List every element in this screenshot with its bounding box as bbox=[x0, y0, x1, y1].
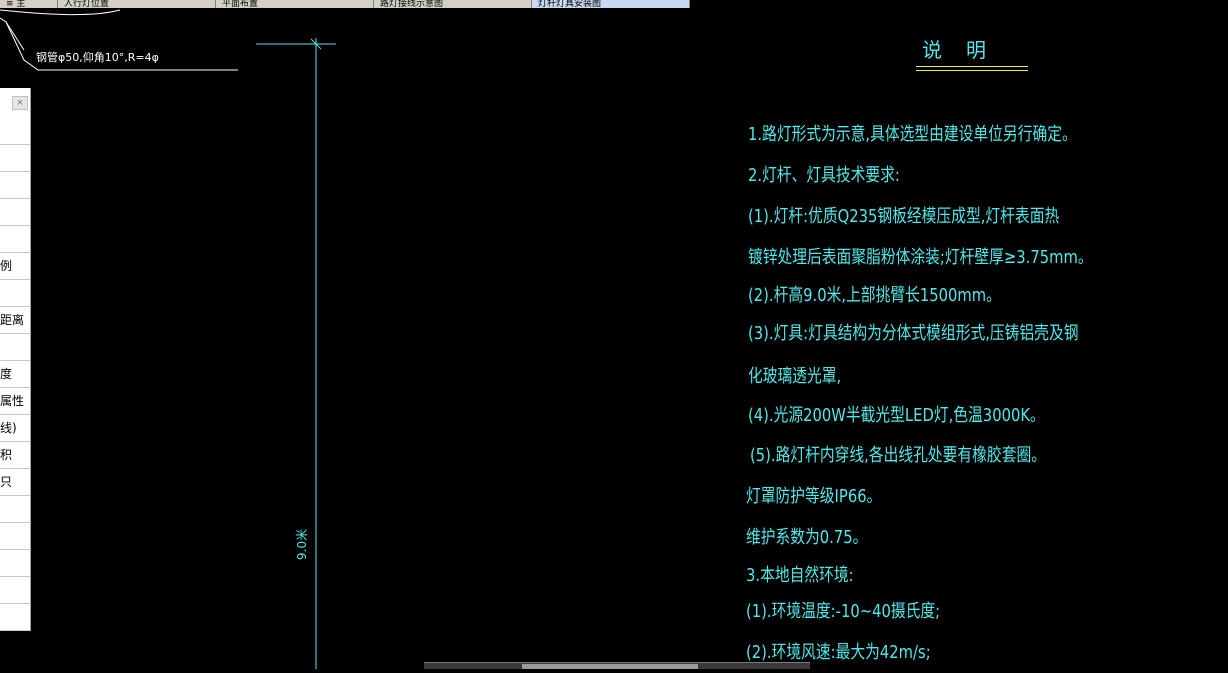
property-row[interactable]: 度 bbox=[0, 361, 30, 388]
property-row[interactable]: 例 bbox=[0, 253, 30, 280]
tab-wiring-diagram[interactable]: 路灯接线示意图 bbox=[374, 0, 532, 8]
note-line: (3).灯具:灯具结构为分体式模组形式,压铸铝壳及钢 bbox=[748, 323, 1079, 344]
note-line: (5).路灯杆内穿线,各出线孔处要有橡胶套圈。 bbox=[750, 445, 1046, 466]
property-row[interactable] bbox=[0, 496, 30, 523]
note-line: 镀锌处理后表面聚脂粉体涂装;灯杆壁厚≥3.75mm。 bbox=[748, 247, 1093, 268]
note-line: (2).杆高9.0米,上部挑臂长1500mm。 bbox=[748, 285, 1001, 306]
scrollbar-thumb[interactable] bbox=[522, 664, 698, 669]
property-row[interactable] bbox=[0, 550, 30, 577]
note-line: (2).环境风速:最大为42m/s; bbox=[746, 642, 931, 663]
callout-arc-line bbox=[0, 9, 121, 16]
property-row[interactable] bbox=[0, 523, 30, 550]
tab-pedestrian-light[interactable]: 人行灯位置 bbox=[58, 0, 216, 8]
property-row[interactable] bbox=[0, 226, 30, 253]
note-line: 1.路灯形式为示意,具体选型由建设单位另行确定。 bbox=[748, 124, 1077, 145]
note-line: (1).环境温度:-10~40摄氏度; bbox=[746, 601, 941, 622]
title-underline-double bbox=[916, 70, 1028, 71]
properties-panel: × 例 距离 度 属性 线) 积 只 bbox=[0, 88, 31, 631]
note-line: 3.本地自然环境: bbox=[746, 565, 854, 586]
property-row[interactable] bbox=[0, 577, 30, 604]
tab-pole-installation[interactable]: 灯杆灯具安装图 bbox=[532, 0, 690, 8]
note-line: 灯罩防护等级IP66。 bbox=[746, 486, 882, 507]
document-tab-strip: ≡ 主 人行灯位置 平面布置 路灯接线示意图 灯杆灯具安装图 bbox=[0, 0, 1228, 8]
tab-main[interactable]: ≡ 主 bbox=[0, 0, 58, 8]
note-line: (1).灯杆:优质Q235钢板经模压成型,灯杆表面热 bbox=[748, 206, 1060, 227]
dimension-label: 9.0米 bbox=[295, 529, 309, 560]
property-row[interactable] bbox=[0, 145, 30, 172]
property-row[interactable]: 距离 bbox=[0, 307, 30, 334]
property-row[interactable] bbox=[0, 118, 30, 145]
property-row[interactable]: 属性 bbox=[0, 388, 30, 415]
close-icon[interactable]: × bbox=[12, 96, 28, 110]
tab-plan-layout[interactable]: 平面布置 bbox=[216, 0, 374, 8]
note-line: 2.灯杆、灯具技术要求: bbox=[748, 165, 900, 186]
note-line: 化玻璃透光罩, bbox=[748, 366, 842, 387]
property-row[interactable] bbox=[0, 172, 30, 199]
note-line: (4).光源200W半截光型LED灯,色温3000K。 bbox=[748, 405, 1045, 426]
notes-title: 说明 bbox=[922, 38, 1010, 62]
property-row[interactable] bbox=[0, 334, 30, 361]
property-row[interactable] bbox=[0, 199, 30, 226]
property-row[interactable] bbox=[0, 280, 30, 307]
property-row[interactable]: 只 bbox=[0, 469, 30, 496]
note-line: 维护系数为0.75。 bbox=[746, 527, 868, 548]
title-underline bbox=[916, 66, 1028, 67]
callout-leader-tick bbox=[5, 21, 25, 51]
callout-label: 钢管φ50,仰角10°,R=4φ bbox=[36, 50, 159, 64]
property-row[interactable]: 积 bbox=[0, 442, 30, 469]
property-row[interactable] bbox=[0, 604, 30, 631]
property-row[interactable]: 线) bbox=[0, 415, 30, 442]
